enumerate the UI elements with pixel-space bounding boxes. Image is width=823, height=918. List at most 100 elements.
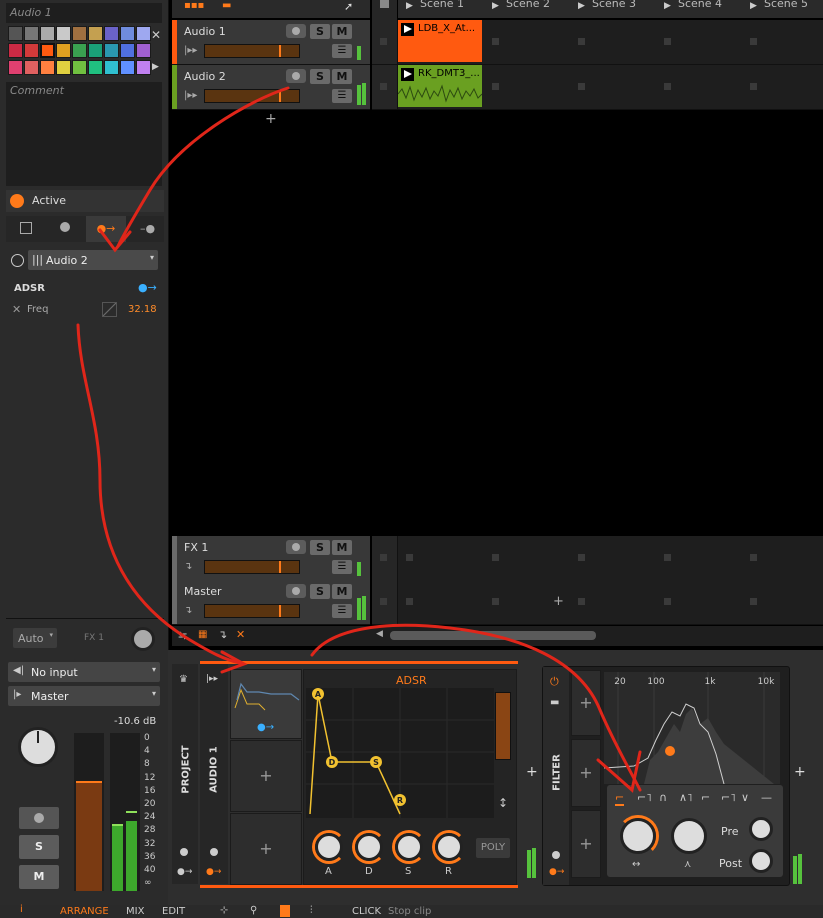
auto-dropdown[interactable]: Auto ▾	[13, 628, 57, 648]
solo-button[interactable]: S	[310, 24, 330, 39]
clip-slot[interactable]	[570, 65, 657, 110]
color-swatch[interactable]	[120, 26, 135, 41]
filter-type-lowpass2-icon[interactable]: ⌐˥	[637, 791, 652, 804]
track-name[interactable]: Audio 1	[184, 25, 226, 38]
filter-type-bandpass2-icon[interactable]: ∧˥	[679, 791, 692, 804]
resize-icon[interactable]: ↕	[498, 796, 508, 810]
color-swatch[interactable]	[136, 43, 151, 58]
mixer-toggle-icon[interactable]: ⫶	[310, 905, 313, 916]
adsr-knob-s[interactable]	[395, 833, 423, 861]
solo-button[interactable]: S	[19, 835, 59, 859]
folder-icon[interactable]: ▬	[550, 697, 559, 708]
add-modulator-button[interactable]: +	[230, 813, 302, 885]
stop-cell[interactable]	[372, 580, 398, 625]
target-selector-icon[interactable]	[11, 254, 24, 267]
color-swatch[interactable]	[88, 26, 103, 41]
add-mod-slot-button[interactable]: +	[571, 670, 601, 736]
track-header[interactable]: Audio 2 S M |▸▸ ☰	[172, 65, 370, 110]
modulator-slot-adsr[interactable]: ●→	[230, 669, 302, 739]
filter-type-highpass2-icon[interactable]: ⌐˥	[721, 791, 736, 804]
record-arm-button[interactable]	[286, 540, 306, 554]
list-view-icon[interactable]: ▬	[222, 0, 231, 11]
clip-slot[interactable]	[656, 580, 743, 625]
track-name[interactable]: Master	[184, 585, 222, 598]
clip-slot[interactable]	[398, 536, 485, 581]
mute-button[interactable]: M	[19, 865, 59, 889]
track-menu-icon[interactable]: ☰	[332, 604, 352, 618]
device-toggle-icon[interactable]	[280, 905, 290, 917]
stop-cell[interactable]	[372, 536, 398, 581]
clip-slot[interactable]	[398, 580, 485, 625]
poly-button[interactable]: POLY	[476, 838, 510, 858]
resonance-knob[interactable]	[671, 818, 707, 854]
track-name[interactable]: Audio 2	[184, 70, 226, 83]
add-device-icon[interactable]: +	[794, 764, 806, 780]
power-icon[interactable]: ⏻	[550, 675, 559, 689]
track-header[interactable]: Master S M ↴ ☰	[172, 580, 370, 625]
clip[interactable]: LDB_X_At...	[398, 20, 482, 62]
color-swatch[interactable]	[136, 26, 151, 41]
target-dropdown[interactable]: ||| Audio 2 ▾	[28, 250, 158, 270]
adsr-knob-a[interactable]	[315, 833, 343, 861]
add-modulator-button[interactable]: +	[230, 740, 302, 812]
color-swatch[interactable]	[8, 26, 23, 41]
power-icon[interactable]	[10, 194, 24, 208]
color-swatch[interactable]	[136, 60, 151, 75]
filter-type-bandpass-icon[interactable]: ∩	[659, 791, 667, 804]
record-arm-button[interactable]	[286, 69, 306, 83]
remove-param-icon[interactable]: ✕	[12, 303, 21, 316]
color-swatch[interactable]	[72, 43, 87, 58]
color-swatch[interactable]	[72, 26, 87, 41]
track-menu-icon[interactable]: ☰	[332, 560, 352, 574]
filter-type-notch-icon[interactable]: ∨	[741, 791, 749, 804]
scene-play-icon[interactable]: ▶	[492, 0, 499, 13]
clip-slot[interactable]	[656, 536, 743, 581]
filter-type-highpass-icon[interactable]: ⌐	[701, 791, 710, 804]
color-swatch[interactable]	[24, 26, 39, 41]
tab-arrange[interactable]: ARRANGE	[60, 906, 109, 917]
filter-type-flat-icon[interactable]: —	[761, 791, 772, 804]
add-mod-slot-button[interactable]: +	[571, 739, 601, 807]
color-swatch[interactable]	[120, 60, 135, 75]
color-swatch[interactable]	[40, 26, 55, 41]
clip-slot[interactable]	[484, 65, 571, 110]
color-swatch[interactable]	[88, 43, 103, 58]
record-arm-button[interactable]	[19, 807, 59, 829]
clip-slot[interactable]	[656, 20, 743, 65]
filter-type-lowpass-icon[interactable]: ⌐	[615, 791, 625, 806]
automation-toggle-icon[interactable]: ⚲	[250, 905, 257, 916]
color-swatch[interactable]	[8, 43, 23, 58]
color-swatch[interactable]	[104, 60, 119, 75]
cutoff-knob[interactable]	[620, 818, 656, 854]
param-amount-icon[interactable]	[102, 302, 117, 317]
adsr-envelope-graph[interactable]: A D S R	[306, 688, 494, 818]
expand-palette-icon[interactable]: ▶	[152, 62, 159, 72]
color-swatch[interactable]	[120, 43, 135, 58]
record-arm-button[interactable]	[286, 24, 306, 38]
add-mod-slot-button[interactable]: +	[571, 810, 601, 878]
info-icon[interactable]: i	[20, 904, 23, 915]
adsr-level-slider[interactable]	[495, 692, 511, 760]
tab-clock-icon[interactable]	[60, 222, 70, 232]
adsr-knob-r[interactable]	[435, 833, 463, 861]
scroll-left-icon[interactable]: ◀	[376, 629, 383, 639]
clip-launcher-icon[interactable]: ▦	[198, 629, 207, 640]
delete-icon[interactable]: ✕	[236, 628, 245, 641]
color-swatch[interactable]	[88, 60, 103, 75]
scene-play-icon[interactable]: ▶	[750, 0, 757, 13]
output-dropdown[interactable]: |▸ Master ▾	[8, 686, 160, 706]
clip-slot[interactable]	[570, 20, 657, 65]
track-name-field[interactable]: Audio 1	[6, 3, 162, 23]
clip-slot[interactable]	[656, 65, 743, 110]
color-swatch[interactable]	[24, 43, 39, 58]
clip-slot[interactable]	[742, 20, 823, 65]
post-gain-knob[interactable]	[749, 849, 773, 873]
return-icon[interactable]: ↴	[218, 628, 227, 641]
comment-field[interactable]: Comment	[6, 82, 162, 186]
clip-slot[interactable]	[570, 536, 657, 581]
color-swatch[interactable]	[104, 43, 119, 58]
close-icon[interactable]: ✕	[151, 28, 161, 42]
swap-icon[interactable]: ⇆	[178, 629, 187, 642]
modulation-routing-icon[interactable]: ●→	[138, 281, 157, 294]
clip-play-icon[interactable]	[401, 68, 414, 81]
